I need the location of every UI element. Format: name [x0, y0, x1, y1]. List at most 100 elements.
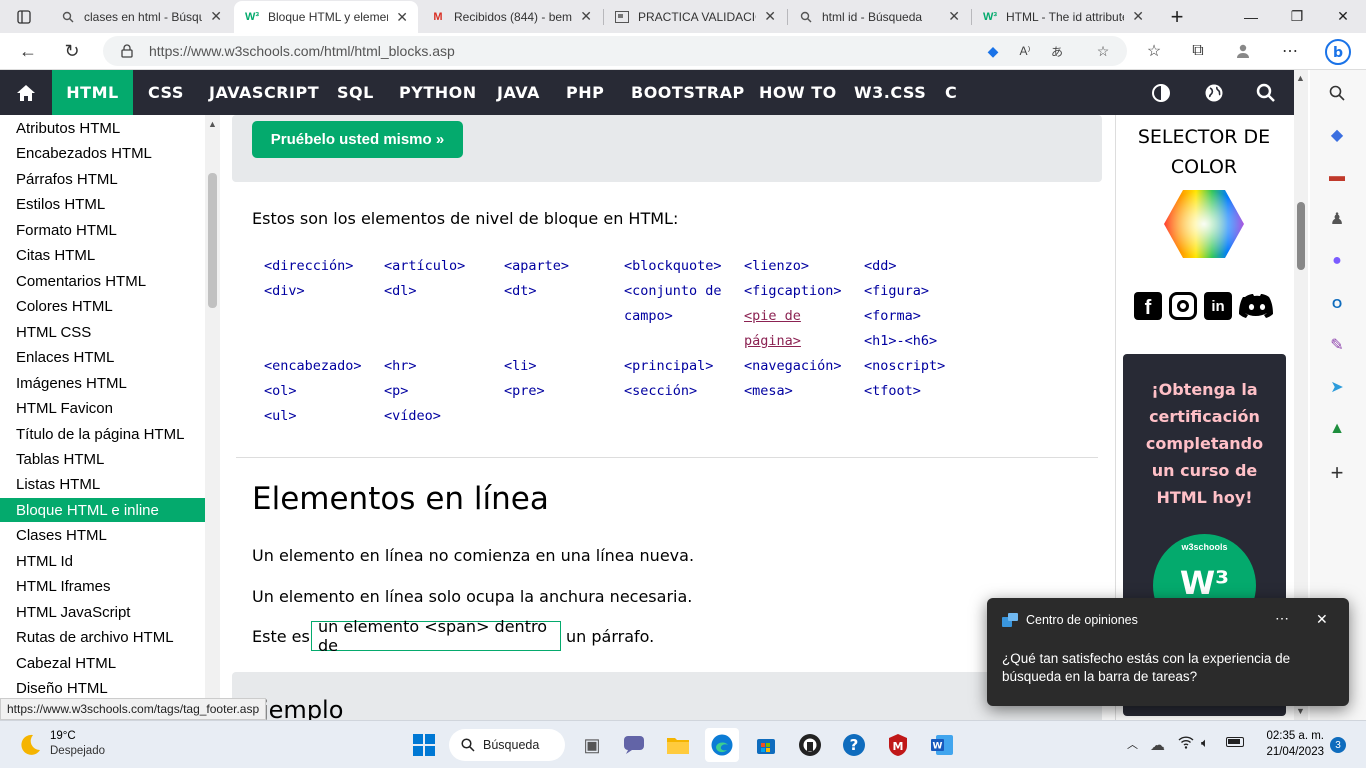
sidebar-item-javascript[interactable]: HTML JavaScript: [0, 600, 205, 624]
more-options-icon[interactable]: ⋯: [1275, 610, 1289, 627]
shopping-tag-icon[interactable]: ◆: [1324, 122, 1350, 148]
discord-icon[interactable]: [1239, 293, 1275, 319]
scroll-up-icon[interactable]: ▲: [1296, 73, 1305, 83]
tag-item[interactable]: <blockquote>: [624, 254, 722, 279]
tag-item[interactable]: <ul>: [264, 404, 362, 429]
moon-weather-icon[interactable]: [18, 732, 42, 756]
tab-actions-icon[interactable]: [2, 0, 46, 33]
sidebar-item-diseno[interactable]: Diseño HTML: [0, 676, 205, 700]
feedback-notification[interactable]: Centro de opiniones ⋯ ✕ ¿Qué tan satisfe…: [987, 598, 1349, 706]
file-explorer-icon[interactable]: [661, 728, 695, 762]
nav-java[interactable]: JAVA: [497, 70, 540, 115]
tag-item[interactable]: <tfoot>: [864, 379, 945, 404]
clock-time[interactable]: 02:35 a. m.: [1254, 730, 1324, 742]
sidebar-item-imagenes[interactable]: Imágenes HTML: [0, 371, 205, 395]
tag-item[interactable]: campo>: [624, 304, 722, 329]
close-tab-icon[interactable]: ✕: [396, 9, 408, 26]
tag-item[interactable]: <principal>: [624, 354, 722, 379]
sidebar-item-atributos[interactable]: Atributos HTML: [0, 116, 205, 140]
taskbar-search[interactable]: Búsqueda: [449, 729, 565, 761]
tab-html-id-search[interactable]: html id - Búsqueda ✕: [788, 0, 970, 33]
tab-gmail[interactable]: M Recibidos (844) - bem ✕: [420, 0, 602, 33]
sidebar-item-estilos[interactable]: Estilos HTML: [0, 192, 205, 216]
sidebar-item-comentarios[interactable]: Comentarios HTML: [0, 269, 205, 293]
sidebar-item-favicon[interactable]: HTML Favicon: [0, 396, 205, 420]
page-scroll-thumb[interactable]: [1297, 202, 1305, 270]
sidebar-item-cabezal[interactable]: Cabezal HTML: [0, 651, 205, 675]
sidebar-scroll-thumb[interactable]: [208, 173, 217, 308]
add-favorite-icon[interactable]: ☆: [1093, 41, 1113, 61]
translate-icon[interactable]: あ: [1047, 41, 1067, 61]
minimize-icon[interactable]: —: [1228, 0, 1274, 33]
games-icon[interactable]: ♟: [1324, 206, 1350, 232]
word-icon[interactable]: W: [925, 728, 959, 762]
sidebar-item-tablas[interactable]: Tablas HTML: [0, 447, 205, 471]
outlook-icon[interactable]: O: [1324, 290, 1350, 316]
nav-css[interactable]: CSS: [148, 70, 184, 115]
read-aloud-icon[interactable]: A⁾: [1015, 41, 1035, 61]
sidebar-item-listas[interactable]: Listas HTML: [0, 472, 205, 496]
wifi-icon[interactable]: [1178, 735, 1194, 752]
tag-item[interactable]: <hr>: [384, 354, 465, 379]
globe-icon[interactable]: [1204, 70, 1224, 115]
clock-date[interactable]: 21/04/2023: [1254, 746, 1324, 758]
nav-how-to[interactable]: HOW TO: [759, 70, 837, 115]
tab-clases-search[interactable]: clases en html - Búsqueda ✕: [50, 0, 232, 33]
chevron-up-icon[interactable]: ︿: [1127, 736, 1138, 752]
add-sidebar-app-icon[interactable]: +: [1324, 460, 1350, 486]
nav-python[interactable]: PYTHON: [399, 70, 477, 115]
bing-icon[interactable]: b: [1322, 36, 1354, 68]
chat-icon[interactable]: [617, 728, 651, 762]
nav-bootstrap[interactable]: BOOTSTRAP: [631, 70, 745, 115]
tools-icon[interactable]: ▬: [1324, 164, 1350, 190]
tag-item[interactable]: <li>: [504, 354, 569, 379]
tag-item[interactable]: <mesa>: [744, 379, 842, 404]
tree-icon[interactable]: ▲: [1324, 416, 1350, 442]
nav-w3css[interactable]: W3.CSS: [854, 70, 926, 115]
close-tab-icon[interactable]: ✕: [764, 8, 776, 25]
sidebar-item-colores[interactable]: Colores HTML: [0, 294, 205, 318]
sidebar-item-titulo[interactable]: Título de la página HTML: [0, 422, 205, 446]
battery-icon[interactable]: [1226, 737, 1244, 747]
scroll-down-icon[interactable]: ▼: [1296, 706, 1305, 716]
tag-item[interactable]: <aparte>: [504, 254, 569, 279]
mcafee-icon[interactable]: M: [881, 728, 915, 762]
tag-item[interactable]: <artículo>: [384, 254, 465, 279]
scroll-up-icon[interactable]: ▲: [208, 119, 217, 129]
tag-item[interactable]: <dirección>: [264, 254, 362, 279]
tag-item[interactable]: <conjunto de: [624, 279, 722, 304]
edge-icon[interactable]: [705, 728, 739, 762]
color-selector-label[interactable]: SELECTOR DE COLOR: [1124, 122, 1284, 182]
refresh-icon[interactable]: ↻: [56, 36, 88, 66]
github-icon[interactable]: [793, 728, 827, 762]
tag-link-footer[interactable]: página>: [744, 329, 842, 354]
tag-item[interactable]: <vídeo>: [384, 404, 465, 429]
coupon-tag-icon[interactable]: ◆: [983, 41, 1003, 61]
tag-item[interactable]: <h1>-<h6>: [864, 329, 945, 354]
sidebar-item-citas[interactable]: Citas HTML: [0, 243, 205, 267]
more-options-icon[interactable]: ⋯: [1275, 36, 1305, 66]
tag-item[interactable]: <ol>: [264, 379, 362, 404]
tag-item[interactable]: <div>: [264, 279, 362, 304]
address-bar[interactable]: https://www.w3schools.com/html/html_bloc…: [103, 36, 1127, 66]
tag-item[interactable]: <dd>: [864, 254, 945, 279]
favorites-icon[interactable]: ☆: [1139, 36, 1169, 66]
tab-practica[interactable]: PRACTICA VALIDACION ✕: [604, 0, 786, 33]
sidebar-item-parrafos[interactable]: Párrafos HTML: [0, 167, 205, 191]
nav-php[interactable]: PHP: [566, 70, 604, 115]
nav-sql[interactable]: SQL: [337, 70, 374, 115]
sidebar-item-formato[interactable]: Formato HTML: [0, 218, 205, 242]
dark-mode-icon[interactable]: [1151, 70, 1171, 115]
sidebar-item-bloque-inline[interactable]: Bloque HTML e inline: [0, 498, 205, 522]
linkedin-icon[interactable]: in: [1204, 292, 1232, 320]
tag-item[interactable]: <lienzo>: [744, 254, 842, 279]
weather-temp[interactable]: 19°C: [50, 730, 76, 742]
sidebar-item-html-id[interactable]: HTML Id: [0, 549, 205, 573]
close-window-icon[interactable]: ✕: [1320, 0, 1366, 33]
nav-c[interactable]: C: [945, 70, 957, 115]
search-icon[interactable]: [1324, 80, 1350, 106]
tag-item[interactable]: <sección>: [624, 379, 722, 404]
tag-item[interactable]: <p>: [384, 379, 465, 404]
tag-item[interactable]: <pre>: [504, 379, 569, 404]
task-view-icon[interactable]: ▣: [575, 728, 609, 762]
